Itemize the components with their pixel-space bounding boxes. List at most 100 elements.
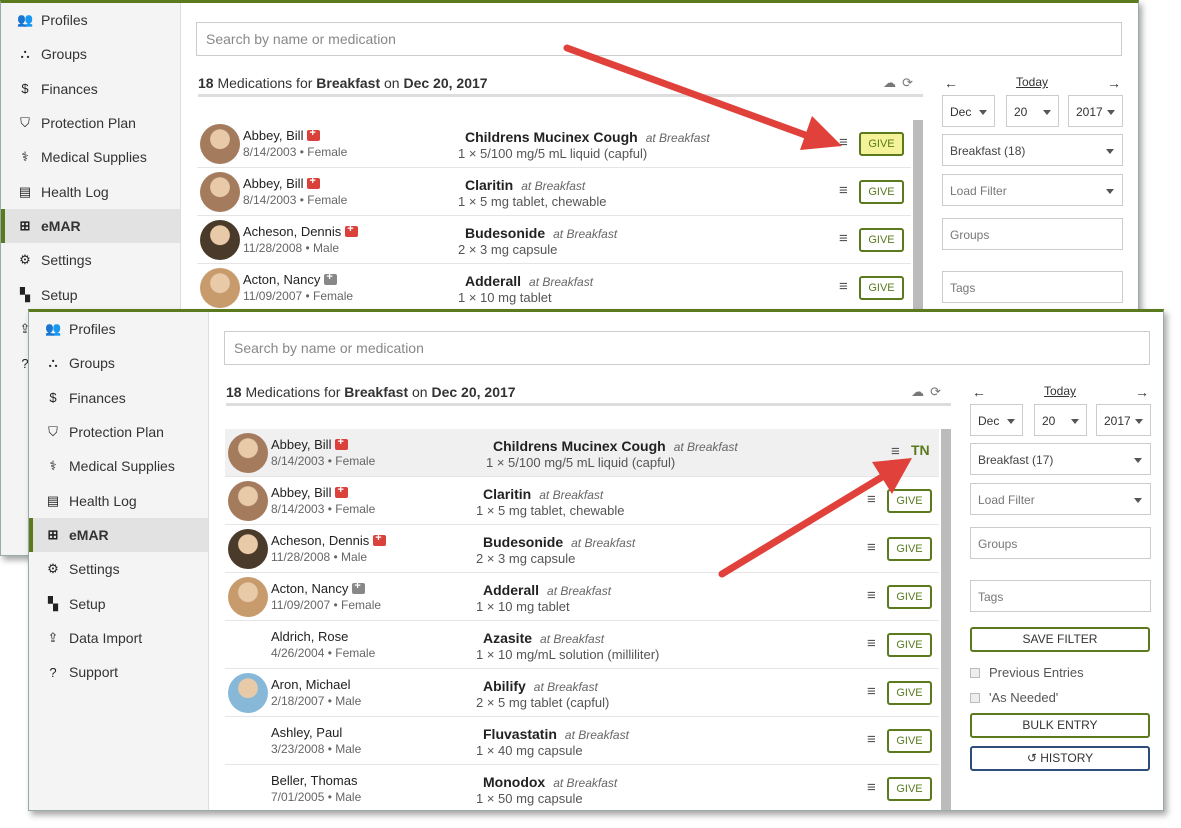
sidebar-item-groups[interactable]: ⛬ Groups <box>29 346 208 380</box>
patient-name[interactable]: Acton, Nancy <box>243 271 338 287</box>
hamburger-menu-icon[interactable]: ≡ <box>839 135 852 150</box>
meal-select[interactable]: Breakfast (18) <box>942 134 1123 166</box>
today-link[interactable]: Today <box>1016 75 1048 89</box>
today-link[interactable]: Today <box>1044 384 1076 398</box>
month-select[interactable]: Dec <box>942 95 995 127</box>
patient-name[interactable]: Acton, Nancy <box>271 580 366 596</box>
give-button[interactable]: GIVE <box>887 537 932 561</box>
sidebar-item-profiles[interactable]: 👥 Profiles <box>1 3 180 37</box>
search-input[interactable]: Search by name or medication <box>196 22 1122 56</box>
bulk-entry-button[interactable]: BULK ENTRY <box>970 713 1150 738</box>
tags-field[interactable]: Tags <box>942 271 1123 303</box>
patient-name-text[interactable]: Acheson, Dennis <box>243 224 341 239</box>
patient-name-text[interactable]: Abbey, Bill <box>243 128 303 143</box>
prev-day-icon[interactable]: ← <box>944 75 958 91</box>
refresh-icon[interactable]: ⟳ <box>930 384 947 399</box>
sidebar-item-medical-supplies[interactable]: ⚕ Medical Supplies <box>29 449 208 483</box>
patient-name-text[interactable]: Ashley, Paul <box>271 725 342 740</box>
next-day-icon[interactable]: → <box>1135 384 1149 400</box>
hamburger-menu-icon[interactable]: ≡ <box>867 588 880 603</box>
prev-day-icon[interactable]: ← <box>972 384 986 400</box>
hamburger-menu-icon[interactable]: ≡ <box>867 732 880 747</box>
history-button[interactable]: ↺ HISTORY <box>970 746 1150 771</box>
sidebar-item-setup[interactable]: ▚ Setup <box>29 586 208 620</box>
scrollbar[interactable] <box>913 120 923 315</box>
sidebar-item-data-import[interactable]: ⇪ Data Import <box>29 621 208 655</box>
give-button[interactable]: GIVE <box>859 132 904 156</box>
patient-name[interactable]: Abbey, Bill <box>243 127 321 143</box>
patient-name-text[interactable]: Aron, Michael <box>271 677 350 692</box>
patient-name[interactable]: Beller, Thomas <box>271 773 357 788</box>
sidebar-item-settings[interactable]: ⚙ Settings <box>1 243 180 277</box>
tags-field[interactable]: Tags <box>970 580 1151 612</box>
hamburger-menu-icon[interactable]: ≡ <box>839 183 852 198</box>
patient-name-text[interactable]: Abbey, Bill <box>243 176 303 191</box>
search-input[interactable]: Search by name or medication <box>224 331 1150 365</box>
day-select[interactable]: 20 <box>1006 95 1059 127</box>
hamburger-menu-icon[interactable]: ≡ <box>867 492 880 507</box>
hamburger-menu-icon[interactable]: ≡ <box>839 231 852 246</box>
load-filter-select[interactable]: Load Filter <box>970 483 1151 515</box>
groups-field[interactable]: Groups <box>970 527 1151 559</box>
give-button[interactable]: GIVE <box>887 585 932 609</box>
cloud-download-icon[interactable]: ☁ <box>911 384 930 399</box>
patient-name-text[interactable]: Acton, Nancy <box>243 272 320 287</box>
sidebar-item-emar[interactable]: ⊞ eMAR <box>29 517 208 553</box>
sidebar-item-protection-plan[interactable]: ⛉ Protection Plan <box>1 106 180 140</box>
patient-name[interactable]: Abbey, Bill <box>271 484 349 500</box>
previous-entries-checkbox[interactable]: Previous Entries <box>970 665 1084 680</box>
give-button[interactable]: GIVE <box>887 681 932 705</box>
patient-name-text[interactable]: Acton, Nancy <box>271 581 348 596</box>
load-filter-select[interactable]: Load Filter <box>942 174 1123 206</box>
give-button[interactable]: GIVE <box>859 276 904 300</box>
patient-name[interactable]: Aron, Michael <box>271 677 350 692</box>
meal-select[interactable]: Breakfast (17) <box>970 443 1151 475</box>
next-day-icon[interactable]: → <box>1107 75 1121 91</box>
groups-field[interactable]: Groups <box>942 218 1123 250</box>
sidebar-item-protection-plan[interactable]: ⛉ Protection Plan <box>29 415 208 449</box>
sidebar-item-profiles[interactable]: 👥 Profiles <box>29 312 208 346</box>
scrollbar[interactable] <box>941 429 951 810</box>
sidebar-item-finances[interactable]: $ Finances <box>29 381 208 415</box>
cloud-download-icon[interactable]: ☁ <box>883 75 902 90</box>
patient-name-text[interactable]: Acheson, Dennis <box>271 533 369 548</box>
sidebar-item-settings[interactable]: ⚙ Settings <box>29 552 208 586</box>
give-button[interactable]: GIVE <box>887 489 932 513</box>
sidebar-item-finances[interactable]: $ Finances <box>1 72 180 106</box>
sidebar-item-medical-supplies[interactable]: ⚕ Medical Supplies <box>1 140 180 174</box>
year-select[interactable]: 2017 <box>1096 404 1151 436</box>
patient-name[interactable]: Ashley, Paul <box>271 725 342 740</box>
day-select[interactable]: 20 <box>1034 404 1087 436</box>
sidebar-item-emar[interactable]: ⊞ eMAR <box>1 208 180 244</box>
patient-name-text[interactable]: Aldrich, Rose <box>271 629 348 644</box>
month-select[interactable]: Dec <box>970 404 1023 436</box>
give-button[interactable]: GIVE <box>887 633 932 657</box>
patient-name[interactable]: Abbey, Bill <box>271 436 349 452</box>
hamburger-menu-icon[interactable]: ≡ <box>867 636 880 651</box>
hamburger-menu-icon[interactable]: ≡ <box>867 540 880 555</box>
give-button[interactable]: GIVE <box>887 777 932 801</box>
give-button[interactable]: GIVE <box>859 180 904 204</box>
patient-name-text[interactable]: Beller, Thomas <box>271 773 357 788</box>
patient-name-text[interactable]: Abbey, Bill <box>271 485 331 500</box>
give-button[interactable]: GIVE <box>887 729 932 753</box>
patient-name[interactable]: Acheson, Dennis <box>271 532 387 548</box>
sidebar-item-support[interactable]: ? Support <box>29 655 208 689</box>
refresh-icon[interactable]: ⟳ <box>902 75 919 90</box>
sidebar-item-setup[interactable]: ▚ Setup <box>1 277 180 311</box>
hamburger-menu-icon[interactable]: ≡ <box>867 684 880 699</box>
sidebar-item-health-log[interactable]: ▤ Health Log <box>1 174 180 208</box>
hamburger-menu-icon[interactable]: ≡ <box>839 279 852 294</box>
give-button[interactable]: GIVE <box>859 228 904 252</box>
patient-name-text[interactable]: Abbey, Bill <box>271 437 331 452</box>
patient-name[interactable]: Abbey, Bill <box>243 175 321 191</box>
patient-name[interactable]: Acheson, Dennis <box>243 223 359 239</box>
sidebar-item-groups[interactable]: ⛬ Groups <box>1 37 180 71</box>
year-select[interactable]: 2017 <box>1068 95 1123 127</box>
save-filter-button[interactable]: SAVE FILTER <box>970 627 1150 652</box>
hamburger-menu-icon[interactable]: ≡ <box>891 444 904 459</box>
sidebar-item-health-log[interactable]: ▤ Health Log <box>29 483 208 517</box>
hamburger-menu-icon[interactable]: ≡ <box>867 780 880 795</box>
patient-name[interactable]: Aldrich, Rose <box>271 629 348 644</box>
as-needed-checkbox[interactable]: 'As Needed' <box>970 690 1058 705</box>
